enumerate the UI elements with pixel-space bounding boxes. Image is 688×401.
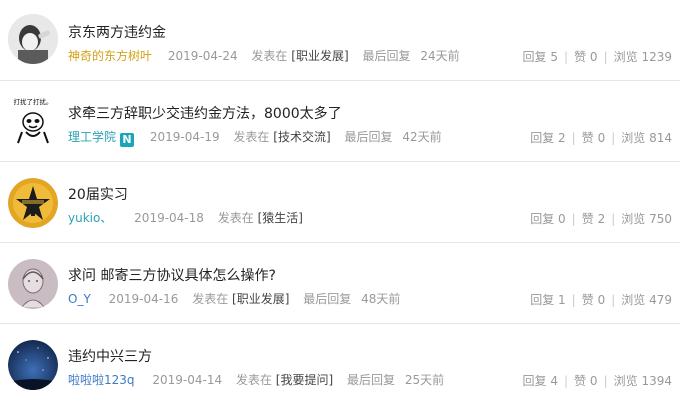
last-reply-label: 最后回复	[344, 130, 393, 144]
posted-in-label: 发表在	[217, 211, 254, 225]
reply-label: 回复	[530, 293, 555, 307]
thread-date: 2019-04-24	[167, 49, 238, 63]
thread-row[interactable]: 20届实习 yukio、 2019-04-18 发表在 [猿生活] 回复 0 | 赞…	[0, 162, 680, 243]
view-label: 浏览	[613, 374, 638, 388]
thread-author[interactable]: 啦啦啦123q	[68, 371, 135, 388]
posted-in-label: 发表在	[192, 292, 229, 306]
view-label: 浏览	[621, 131, 646, 145]
thread-category[interactable]: [我要提问]	[276, 371, 333, 388]
thread-title[interactable]: 违约中兴三方	[68, 346, 152, 366]
last-reply-label: 最后回复	[303, 292, 352, 306]
thread-row[interactable]: 求问 邮寄三方协议具体怎么操作? O_Y 2019-04-16 发表在 [职业发…	[0, 243, 680, 324]
posted-in-label: 发表在	[235, 373, 272, 387]
thread-title[interactable]: 20届实习	[68, 184, 128, 204]
thread-date: 2019-04-16	[108, 292, 179, 306]
last-reply-time: 48天前	[361, 292, 401, 306]
thread-date: 2019-04-19	[149, 130, 220, 144]
reply-count: 4	[550, 374, 559, 388]
thread-row[interactable]: 违约中兴三方 啦啦啦123q 2019-04-14 发表在 [我要提问] 最后回…	[0, 324, 680, 401]
last-reply-time: 25天前	[404, 373, 445, 387]
like-count: 2	[597, 212, 606, 226]
thread-meta: yukio、 2019-04-18 发表在 [猿生活]	[68, 209, 303, 226]
thread-category[interactable]: [技术交流]	[273, 128, 330, 145]
view-label: 浏览	[613, 50, 638, 64]
posted-in-label: 发表在	[233, 130, 270, 144]
thread-author[interactable]: 理工学院	[68, 128, 116, 145]
thread-stats: 回复 4 | 赞 0 | 浏览 1394	[522, 374, 672, 388]
thread-author[interactable]: 神奇的东方树叶	[68, 47, 152, 64]
thread-author[interactable]: O_Y	[68, 292, 91, 306]
like-label: 赞	[581, 293, 594, 307]
thread-title[interactable]: 求问 邮寄三方协议具体怎么操作?	[68, 265, 276, 285]
thread-author[interactable]: yukio、	[68, 209, 112, 226]
last-reply-time: 42天前	[402, 130, 442, 144]
thread-date: 2019-04-18	[134, 211, 204, 225]
thread-stats: 回复 5 | 赞 0 | 浏览 1239	[522, 50, 672, 64]
thread-stats: 回复 1 | 赞 0 | 浏览 479	[530, 293, 672, 307]
view-count: 1394	[641, 374, 672, 388]
thread-category[interactable]: [猿生活]	[258, 209, 303, 226]
posted-in-label: 发表在	[251, 49, 288, 63]
like-count: 0	[597, 131, 606, 145]
thread-row[interactable]: 京东两方违约金 神奇的东方树叶 2019-04-24 发表在 [职业发展] 最后…	[0, 0, 680, 81]
like-count: 0	[589, 50, 598, 64]
view-count: 750	[649, 212, 672, 226]
thread-stats: 回复 0 | 赞 2 | 浏览 750	[530, 212, 672, 226]
view-label: 浏览	[621, 293, 646, 307]
reply-label: 回复	[522, 374, 547, 388]
meme-man-drinking-icon[interactable]	[8, 14, 58, 64]
thread-title[interactable]: 求牵三方辞职少交违约金方法，8000太多了	[68, 103, 342, 123]
reply-label: 回复	[522, 50, 547, 64]
reply-count: 5	[550, 50, 559, 64]
reply-count: 2	[558, 131, 566, 145]
view-label: 浏览	[621, 212, 646, 226]
like-count: 0	[589, 374, 598, 388]
reply-count: 0	[558, 212, 566, 226]
like-label: 赞	[574, 374, 587, 388]
panda-meme-icon[interactable]: 打扰了打扰。	[8, 96, 58, 146]
star-figure-icon[interactable]	[8, 178, 58, 228]
thread-category[interactable]: [职业发展]	[291, 47, 348, 64]
sketch-portrait-icon[interactable]	[8, 259, 58, 309]
reply-label: 回复	[530, 131, 555, 145]
reply-count: 1	[558, 293, 566, 307]
thread-meta: O_Y 2019-04-16 发表在 [职业发展] 最后回复 48天前	[68, 290, 400, 307]
view-count: 814	[649, 131, 672, 145]
last-reply-label: 最后回复	[362, 49, 411, 63]
thread-meta: 神奇的东方树叶 2019-04-24 发表在 [职业发展] 最后回复 24天前	[68, 47, 460, 64]
avatar-caption: 打扰了打扰。	[14, 97, 53, 106]
like-label: 赞	[581, 212, 594, 226]
view-count: 479	[649, 293, 672, 307]
new-badge: N	[120, 133, 135, 147]
last-reply-time: 24天前	[420, 49, 460, 63]
like-label: 赞	[581, 131, 594, 145]
thread-category[interactable]: [职业发展]	[232, 290, 289, 307]
night-sky-icon[interactable]	[8, 340, 58, 390]
last-reply-label: 最后回复	[346, 373, 395, 387]
view-count: 1239	[641, 50, 672, 64]
thread-row[interactable]: 打扰了打扰。 求牵三方辞职少交违约金方法，8000太多了 理工学院 N 2019-…	[0, 81, 680, 162]
thread-title[interactable]: 京东两方违约金	[68, 22, 166, 42]
like-count: 0	[597, 293, 606, 307]
thread-date: 2019-04-14	[152, 373, 223, 387]
thread-meta: 理工学院 N 2019-04-19 发表在 [技术交流] 最后回复 42天前	[68, 128, 442, 147]
thread-meta: 啦啦啦123q 2019-04-14 发表在 [我要提问] 最后回复 25天前	[68, 371, 444, 388]
like-label: 赞	[574, 50, 587, 64]
thread-stats: 回复 2 | 赞 0 | 浏览 814	[530, 131, 672, 145]
thread-list: 京东两方违约金 神奇的东方树叶 2019-04-24 发表在 [职业发展] 最后…	[0, 0, 688, 401]
reply-label: 回复	[530, 212, 555, 226]
